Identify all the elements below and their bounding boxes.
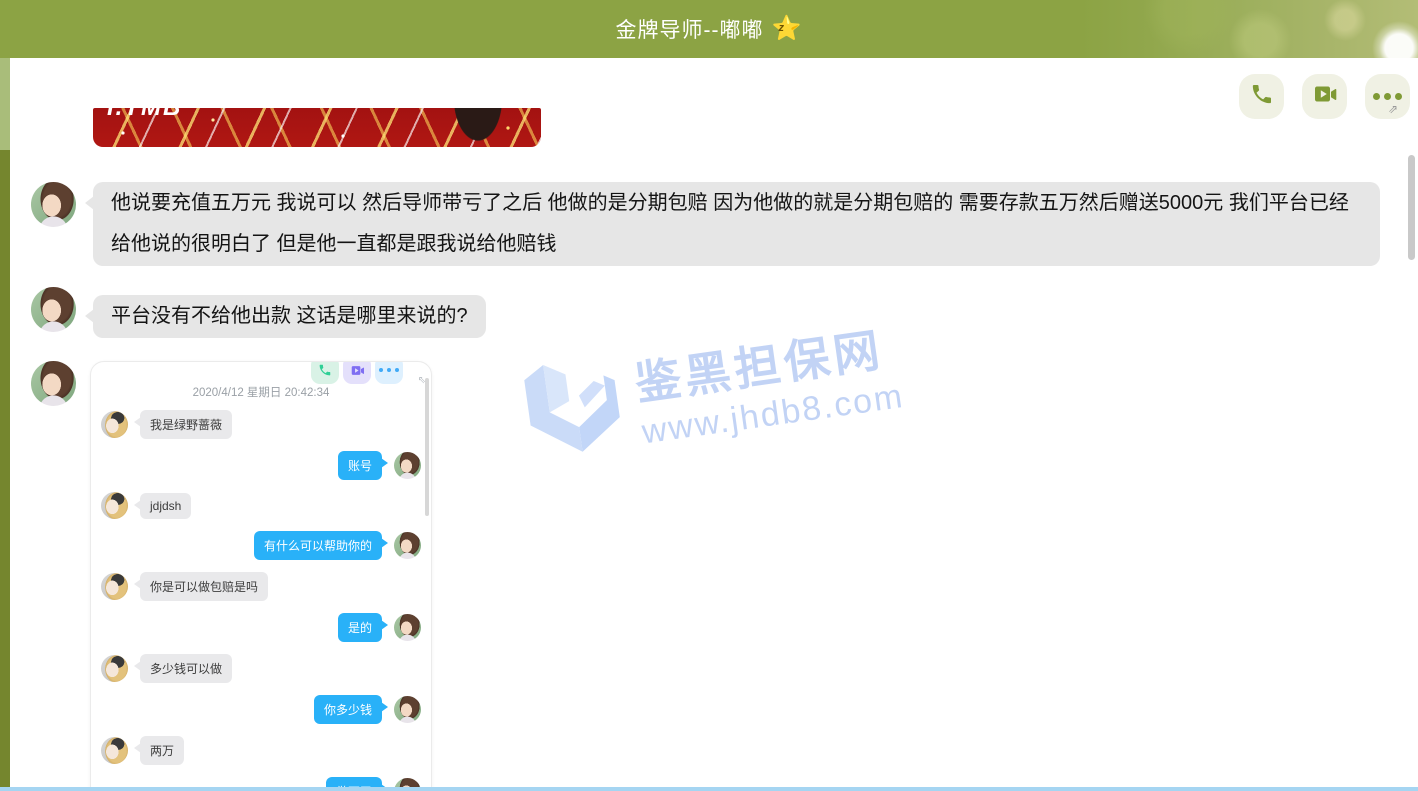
screenshot-message-row: 有什么可以帮助你的 <box>101 531 421 560</box>
screenshot-image-message[interactable]: ⇖ 2020/4/12 星期日 20:42:34 我是绿野蔷薇 账号 jdjds… <box>90 361 432 791</box>
message-bubble: 我是绿野蔷薇 <box>140 410 232 439</box>
avatar <box>101 411 128 438</box>
banner-figure <box>433 108 523 147</box>
message-bubble: 你是可以做包赔是吗 <box>140 572 268 601</box>
date-header: 2020/4/12 星期日 20:42:34 <box>91 384 431 400</box>
resize-arrow-icon: ⇗ <box>1388 102 1398 116</box>
chat-content-area: ⇗ I.TMB 他说要充值五万元 我说可以 然后导师带亏了之后 他做的是分期包赔… <box>10 58 1418 791</box>
avatar <box>394 532 421 559</box>
avatar[interactable] <box>31 182 76 227</box>
message-bubble: jdjdsh <box>140 493 191 519</box>
page-title: 金牌导师--嘟嘟 ⭐z <box>616 14 803 44</box>
more-dots-icon <box>375 361 403 384</box>
desktop-wallpaper-strip <box>0 0 10 791</box>
screenshot-message-row: 我是绿野蔷薇 <box>101 410 421 439</box>
watermark-url: www.jhdb8.com <box>640 377 907 452</box>
avatar <box>101 492 128 519</box>
screenshot-message-row: 多少钱可以做 <box>101 654 421 683</box>
promo-image-message[interactable]: I.TMB <box>93 108 541 147</box>
screenshot-message-row: 两万 <box>101 736 421 765</box>
screenshot-message-row: 你是可以做包赔是吗 <box>101 572 421 601</box>
screenshot-messages: 我是绿野蔷薇 账号 jdjdsh 有什么可以帮助你的 你是可以做包赔是吗 是的 … <box>91 400 431 791</box>
message-bubble: 账号 <box>338 451 382 480</box>
avatar <box>101 655 128 682</box>
message-bubble: 多少钱可以做 <box>140 654 232 683</box>
phone-icon <box>1250 82 1274 111</box>
message-bubble: 两万 <box>140 736 184 765</box>
message-bubble: 是的 <box>338 613 382 642</box>
bottom-accent-line <box>0 787 1418 791</box>
message-row: 他说要充值五万元 我说可以 然后导师带亏了之后 他做的是分期包赔 因为他做的就是… <box>31 182 1380 266</box>
screenshot-toolbar <box>311 361 403 384</box>
avatar[interactable] <box>31 361 76 406</box>
message-bubble: 有什么可以帮助你的 <box>254 531 382 560</box>
avatar <box>101 573 128 600</box>
message-row: 平台没有不给他出款 这话是哪里来说的? <box>31 287 486 338</box>
video-camera-icon <box>1312 81 1338 112</box>
message-bubble: 平台没有不给他出款 这话是哪里来说的? <box>93 295 486 338</box>
avatar <box>101 737 128 764</box>
video-call-button[interactable] <box>1302 74 1347 119</box>
avatar <box>394 614 421 641</box>
screenshot-message-row: 你多少钱 <box>101 695 421 724</box>
star-badge-icon: ⭐z <box>772 17 803 41</box>
watermark: 鉴黑担保网 www.jhdb8.com <box>509 310 907 472</box>
message-bubble: 你多少钱 <box>314 695 382 724</box>
banner-clipped-text: I.TMB <box>107 108 182 122</box>
message-bubble: 他说要充值五万元 我说可以 然后导师带亏了之后 他做的是分期包赔 因为他做的就是… <box>93 182 1380 266</box>
scrollbar[interactable] <box>1408 155 1415 260</box>
watermark-title: 鉴黑担保网 <box>630 312 901 414</box>
screenshot-message-row: 是的 <box>101 613 421 642</box>
avatar <box>394 452 421 479</box>
contact-name: 金牌导师--嘟嘟 <box>616 14 764 44</box>
avatar[interactable] <box>31 287 76 332</box>
check-shield-logo-icon <box>509 349 627 471</box>
chat-window: 金牌导师--嘟嘟 ⭐z ⇗ I.TMB 他说要充值五万元 我 <box>0 0 1418 791</box>
voice-call-button[interactable] <box>1239 74 1284 119</box>
screenshot-scrollbar <box>425 378 429 516</box>
avatar <box>394 696 421 723</box>
screenshot-message-row: jdjdsh <box>101 492 421 519</box>
title-bar: 金牌导师--嘟嘟 ⭐z <box>0 0 1418 58</box>
phone-icon <box>311 361 339 384</box>
more-dots-icon <box>1373 93 1402 100</box>
video-camera-icon <box>343 361 371 384</box>
message-row: ⇖ 2020/4/12 星期日 20:42:34 我是绿野蔷薇 账号 jdjds… <box>31 361 432 791</box>
screenshot-message-row: 账号 <box>101 451 421 480</box>
